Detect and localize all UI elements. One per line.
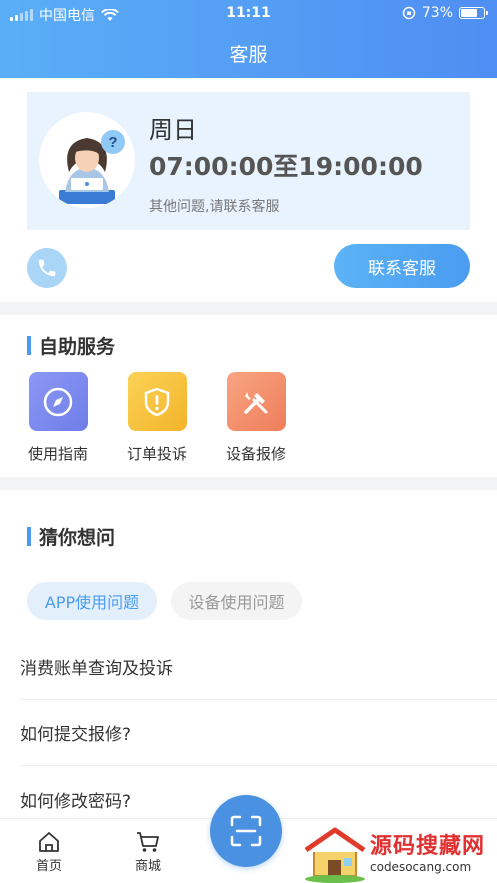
scan-icon — [230, 815, 262, 847]
tab-mall[interactable]: 商城 — [118, 829, 178, 874]
svg-text:?: ? — [108, 134, 117, 151]
phone-icon — [38, 259, 56, 277]
scan-button[interactable] — [210, 795, 282, 867]
tab-device-usage[interactable]: 设备使用问题 — [171, 582, 302, 620]
watermark: 源码搜藏网 codesocang.com — [300, 826, 497, 883]
service-complaint-label: 订单投诉 — [126, 445, 187, 463]
phone-button[interactable] — [27, 248, 67, 288]
self-service-section: 自助服务 使用指南 订单投诉 设备报修 — [0, 315, 497, 477]
self-service-title: 自助服务 — [27, 332, 115, 359]
cart-icon — [118, 829, 178, 855]
status-bar: 中国电信 11:11 73% — [0, 0, 497, 26]
tools-icon — [226, 372, 286, 431]
service-day: 周日 — [149, 116, 197, 144]
shield-alert-icon — [127, 372, 187, 431]
home-icon — [19, 829, 79, 855]
header: 中国电信 11:11 73% 客服 — [0, 0, 497, 78]
tab-home-label: 首页 — [35, 859, 62, 874]
watermark-title: 源码搜藏网 — [370, 834, 486, 859]
faq-title-text: 猜你想问 — [39, 527, 116, 549]
faq-item[interactable]: 如何提交报修? — [20, 700, 497, 766]
service-complaint[interactable]: 订单投诉 — [117, 372, 197, 464]
service-repair[interactable]: 设备报修 — [216, 372, 296, 464]
compass-icon — [28, 372, 88, 431]
service-card: ? 周日 07:00:00至19:00:00 其他问题,请联系客服 联系客服 — [0, 78, 497, 302]
faq-title: 猜你想问 — [27, 523, 115, 550]
tab-home[interactable]: 首页 — [19, 829, 79, 874]
service-hours: 07:00:00至19:00:00 — [149, 152, 423, 181]
watermark-url: codesocang.com — [370, 860, 472, 874]
service-hours-box: ? 周日 07:00:00至19:00:00 其他问题,请联系客服 — [27, 92, 470, 230]
faq-item[interactable]: 消费账单查询及投诉 — [20, 634, 497, 700]
service-guide[interactable]: 使用指南 — [18, 372, 98, 464]
tab-app-usage[interactable]: APP使用问题 — [27, 582, 157, 620]
house-logo-icon — [304, 827, 366, 883]
tab-mall-label: 商城 — [134, 859, 161, 874]
service-repair-label: 设备报修 — [225, 445, 286, 463]
service-note: 其他问题,请联系客服 — [149, 199, 280, 215]
customer-service-avatar: ? — [39, 112, 135, 208]
self-service-title-text: 自助服务 — [39, 336, 116, 358]
rotation-lock-icon — [402, 6, 416, 20]
contact-service-button[interactable]: 联系客服 — [334, 244, 470, 288]
service-guide-label: 使用指南 — [27, 445, 88, 463]
battery-percent: 73% — [421, 5, 453, 21]
battery-icon — [459, 7, 488, 19]
faq-section: 猜你想问 APP使用问题 设备使用问题 消费账单查询及投诉 如何提交报修? 如何… — [0, 490, 497, 820]
page-title: 客服 — [229, 44, 268, 66]
